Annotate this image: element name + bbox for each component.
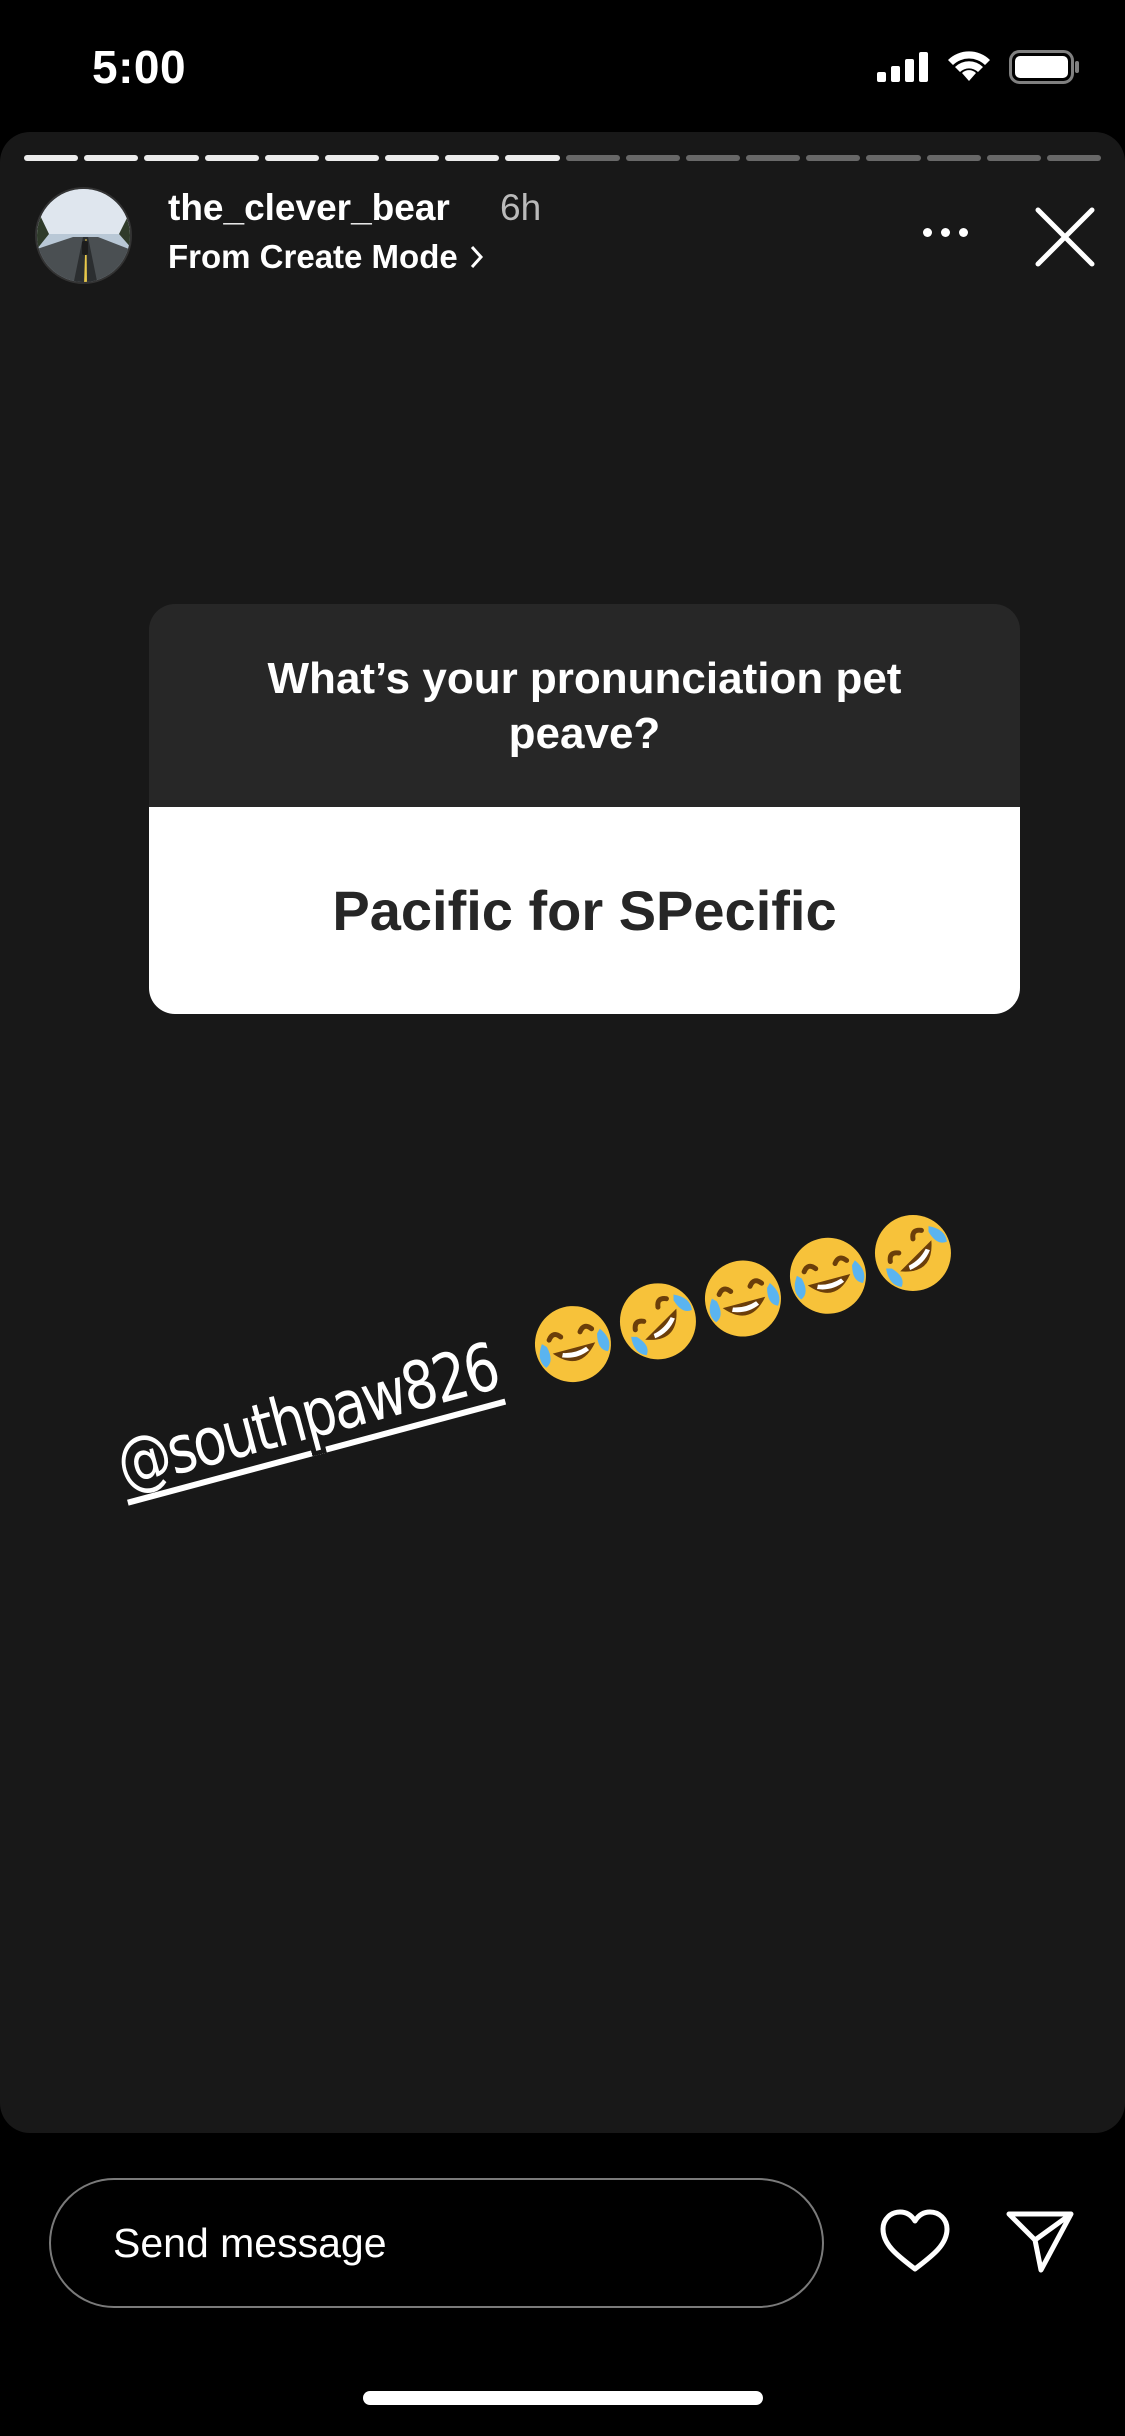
more-options-icon [922,227,932,237]
close-icon[interactable] [1030,202,1100,272]
avatar[interactable] [35,187,132,284]
story-progress-bar [24,155,1102,161]
chevron-right-icon [470,245,483,269]
progress-segment [204,155,259,161]
battery-icon [1009,50,1079,84]
progress-segment [625,155,680,161]
create-mode-label: From Create Mode [168,238,458,275]
progress-segment [264,155,319,161]
progress-segment [746,155,801,161]
progress-segment [866,155,921,161]
progress-segment [445,155,500,161]
question-header: What’s your pronunciation pet peave? [149,604,1020,807]
progress-segment [565,155,620,161]
avatar-image [37,189,130,282]
emoji-row [519,1199,967,1398]
more-options-icon [940,227,950,237]
progress-segment [926,155,981,161]
send-message-input[interactable]: Send message [49,2178,824,2308]
progress-segment [986,155,1041,161]
send-message-placeholder: Send message [113,2219,387,2266]
answer-box: Pacific for SPecific [149,807,1020,1014]
story-viewer[interactable]: the_clever_bear 6h From Create Mode What… [0,132,1125,2133]
question-sticker[interactable]: What’s your pronunciation pet peave? Pac… [149,604,1020,1014]
progress-segment [806,155,861,161]
progress-segment [324,155,380,161]
mention-text[interactable]: @southpaw826 [108,1328,505,1504]
status-bar: 5:00 [0,0,1125,132]
mention-sticker[interactable]: @southpaw826 [107,1199,967,1508]
answer-text: Pacific for SPecific [332,879,837,942]
story-username[interactable]: the_clever_bear [168,187,450,229]
progress-segment [144,155,199,161]
progress-segment [385,155,440,161]
progress-segment [505,155,560,161]
wifi-icon [948,51,990,81]
signal-icon [877,52,928,82]
status-time: 5:00 [92,41,187,93]
status-icons [877,50,1081,84]
more-options-icon [958,227,968,237]
progress-segment [24,155,79,161]
create-mode-link[interactable]: From Create Mode [168,238,484,276]
progress-segment [685,155,741,161]
question-text: What’s your pronunciation pet peave? [267,653,902,758]
story-time-ago: 6h [500,187,542,228]
progress-segment [1046,155,1102,161]
more-options-button[interactable] [905,202,985,262]
send-icon[interactable] [1005,2208,1075,2274]
progress-segment [84,155,139,161]
heart-icon[interactable] [878,2207,952,2275]
home-indicator[interactable] [363,2391,763,2405]
